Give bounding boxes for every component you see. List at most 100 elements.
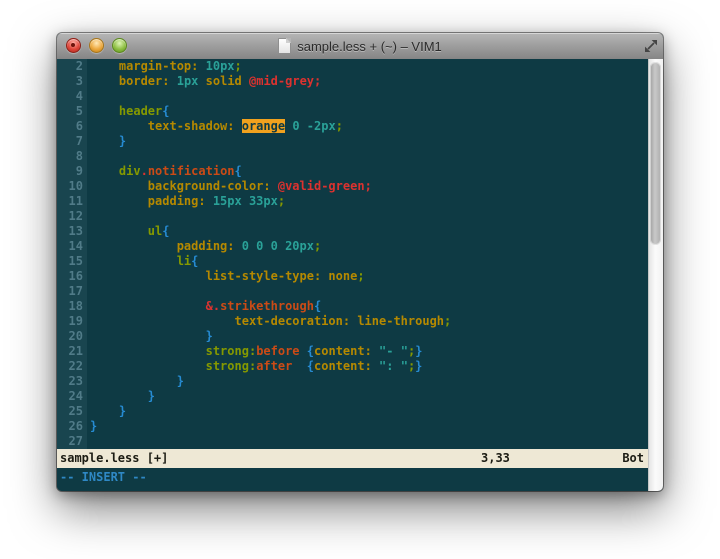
code-text: padding: 15px 33px;	[83, 194, 285, 209]
code-token: padding:	[177, 239, 235, 253]
window-titlebar[interactable]: sample.less + (~) – VIM1	[57, 33, 663, 60]
code-token: }	[119, 134, 126, 148]
code-token: li	[177, 254, 191, 268]
code-token: 0 -2px	[292, 119, 335, 133]
code-token: 0 0 0 20px	[242, 239, 314, 253]
code-line[interactable]: 27	[57, 434, 649, 449]
code-line[interactable]: 17	[57, 284, 649, 299]
search-highlight: orange	[242, 119, 285, 133]
code-token	[90, 224, 148, 238]
code-text: li{	[83, 254, 198, 269]
code-line[interactable]: 3 border: 1px solid @mid-grey;	[57, 74, 649, 89]
code-token: }	[206, 329, 213, 343]
line-number: 17	[57, 284, 83, 299]
line-number: 24	[57, 389, 83, 404]
line-number: 3	[57, 74, 83, 89]
code-token: ;	[336, 119, 343, 133]
code-line[interactable]: 15 li{	[57, 254, 649, 269]
code-line[interactable]: 21 strong:before {content: "- ";}	[57, 344, 649, 359]
line-number: 12	[57, 209, 83, 224]
code-line[interactable]: 2 margin-top: 10px;	[57, 59, 649, 74]
code-line[interactable]: 24 }	[57, 389, 649, 404]
code-token: strong	[206, 344, 249, 358]
code-line[interactable]: 5 header{	[57, 104, 649, 119]
line-number: 27	[57, 434, 83, 449]
code-line[interactable]: 8	[57, 149, 649, 164]
line-number: 14	[57, 239, 83, 254]
code-token: ;	[365, 179, 372, 193]
code-line[interactable]: 12	[57, 209, 649, 224]
code-token: text-shadow:	[148, 119, 235, 133]
code-token	[90, 389, 148, 403]
code-token: line-through	[357, 314, 444, 328]
code-token: content:	[314, 344, 372, 358]
line-number: 16	[57, 269, 83, 284]
code-token: ;	[278, 194, 285, 208]
code-token	[300, 344, 307, 358]
code-token: {	[191, 254, 198, 268]
code-text: &.strikethrough{	[83, 299, 321, 314]
code-token: div	[119, 164, 141, 178]
code-token: {	[235, 164, 242, 178]
line-number: 8	[57, 149, 83, 164]
code-token: .	[213, 299, 220, 313]
code-token: padding:	[148, 194, 206, 208]
code-text: list-style-type: none;	[83, 269, 365, 284]
code-line[interactable]: 10 background-color: @valid-green;	[57, 179, 649, 194]
code-token	[90, 104, 119, 118]
line-number: 9	[57, 164, 83, 179]
line-number: 7	[57, 134, 83, 149]
code-token: content:	[314, 359, 372, 373]
editor-area[interactable]: 2 margin-top: 10px;3 border: 1px solid @…	[57, 59, 649, 449]
line-number: 23	[57, 374, 83, 389]
code-token	[372, 359, 379, 373]
code-token: notification	[148, 164, 235, 178]
code-token: none	[328, 269, 357, 283]
code-line[interactable]: 11 padding: 15px 33px;	[57, 194, 649, 209]
code-token: text-decoration:	[235, 314, 351, 328]
code-token	[292, 359, 306, 373]
scrollbar-thumb[interactable]	[650, 62, 661, 245]
code-line[interactable]: 20 }	[57, 329, 649, 344]
code-line[interactable]: 16 list-style-type: none;	[57, 269, 649, 284]
code-line[interactable]: 25 }	[57, 404, 649, 419]
code-token	[235, 119, 242, 133]
code-line[interactable]: 18 &.strikethrough{	[57, 299, 649, 314]
fullscreen-expand-icon[interactable]	[644, 39, 658, 53]
code-token: background-color:	[148, 179, 271, 193]
code-token: {	[162, 224, 169, 238]
code-line[interactable]: 13 ul{	[57, 224, 649, 239]
code-line[interactable]: 14 padding: 0 0 0 20px;	[57, 239, 649, 254]
code-token	[198, 59, 205, 73]
code-line[interactable]: 22 strong:after {content: ": ";}	[57, 359, 649, 374]
vim-window: sample.less + (~) – VIM1 2 margin-top: 1…	[57, 33, 663, 491]
line-number: 20	[57, 329, 83, 344]
code-token: ;	[314, 239, 321, 253]
line-number: 25	[57, 404, 83, 419]
code-token: header	[119, 104, 162, 118]
code-text	[83, 209, 90, 224]
line-number: 11	[57, 194, 83, 209]
code-text: margin-top: 10px;	[83, 59, 242, 74]
code-line[interactable]: 19 text-decoration: line-through;	[57, 314, 649, 329]
code-line[interactable]: 7 }	[57, 134, 649, 149]
statusline-ruler: 3,33	[481, 449, 510, 468]
statusline-position: Bot	[622, 449, 644, 468]
code-line[interactable]: 4	[57, 89, 649, 104]
code-token	[90, 359, 206, 373]
code-text: padding: 0 0 0 20px;	[83, 239, 321, 254]
code-token: 10px	[206, 59, 235, 73]
code-line[interactable]: 26}	[57, 419, 649, 434]
code-line[interactable]: 9 div.notification{	[57, 164, 649, 179]
code-token	[90, 269, 206, 283]
code-token: @valid-green	[278, 179, 365, 193]
code-token	[90, 404, 119, 418]
scrollbar[interactable]	[648, 59, 663, 491]
code-token: ;	[314, 74, 321, 88]
code-text	[83, 89, 90, 104]
code-token: strong	[206, 359, 249, 373]
code-token: .	[141, 164, 148, 178]
code-line[interactable]: 23 }	[57, 374, 649, 389]
code-line[interactable]: 6 text-shadow: orange 0 -2px;	[57, 119, 649, 134]
line-number: 6	[57, 119, 83, 134]
